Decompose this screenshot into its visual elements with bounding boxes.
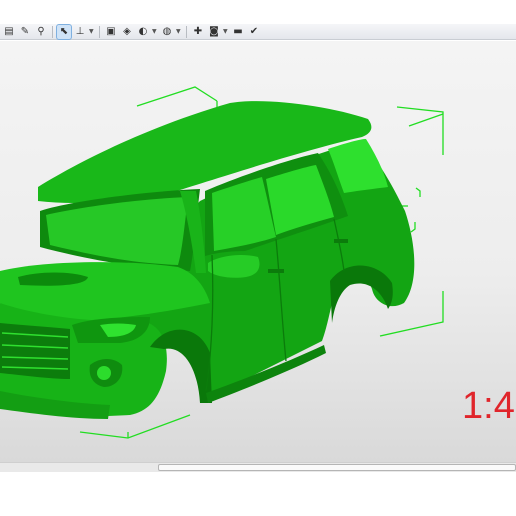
toolbar-separator bbox=[52, 25, 53, 38]
color-icon[interactable]: ◍ bbox=[160, 25, 174, 39]
toolbar-separator bbox=[186, 25, 187, 38]
door-handle bbox=[334, 239, 348, 243]
bottom-area bbox=[0, 472, 516, 516]
main-toolbar: ▤ ✎ ⚲ ⬉ ⊥ ▼ ▣ ◈ ◐ ▼ ◍ ▼ ✚ ◙ ▼ ▬ ✔ bbox=[0, 23, 516, 40]
scrollbar-thumb[interactable] bbox=[158, 464, 516, 471]
axis-icon[interactable]: ⊥ bbox=[73, 25, 87, 39]
check-icon[interactable]: ✔ bbox=[247, 25, 261, 39]
open-icon[interactable]: ▤ bbox=[2, 25, 16, 39]
layers-icon[interactable]: ▣ bbox=[104, 25, 118, 39]
shading-icon[interactable]: ◐ bbox=[136, 25, 150, 39]
toolbar-separator bbox=[99, 25, 100, 38]
scale-label: 1:43 bbox=[462, 385, 516, 427]
pointer-icon[interactable]: ⬉ bbox=[56, 23, 72, 40]
chevron-down-icon[interactable]: ▼ bbox=[223, 28, 229, 35]
chevron-down-icon[interactable]: ▼ bbox=[89, 28, 95, 35]
mesh-icon[interactable]: ◈ bbox=[120, 25, 134, 39]
minus-icon[interactable]: ▬ bbox=[231, 25, 245, 39]
snapshot-icon[interactable]: ◙ bbox=[207, 25, 221, 39]
vehicle-model bbox=[0, 101, 415, 419]
window-top-area bbox=[0, 0, 516, 24]
model-render bbox=[0, 86, 444, 439]
edit-icon[interactable]: ✎ bbox=[18, 25, 32, 39]
door-handle bbox=[268, 269, 284, 273]
add-icon[interactable]: ✚ bbox=[191, 25, 205, 39]
chevron-down-icon[interactable]: ▼ bbox=[176, 28, 182, 35]
3d-viewport[interactable]: 1:43 bbox=[0, 41, 516, 462]
chevron-down-icon[interactable]: ▼ bbox=[152, 28, 158, 35]
zoom-icon[interactable]: ⚲ bbox=[34, 25, 48, 39]
